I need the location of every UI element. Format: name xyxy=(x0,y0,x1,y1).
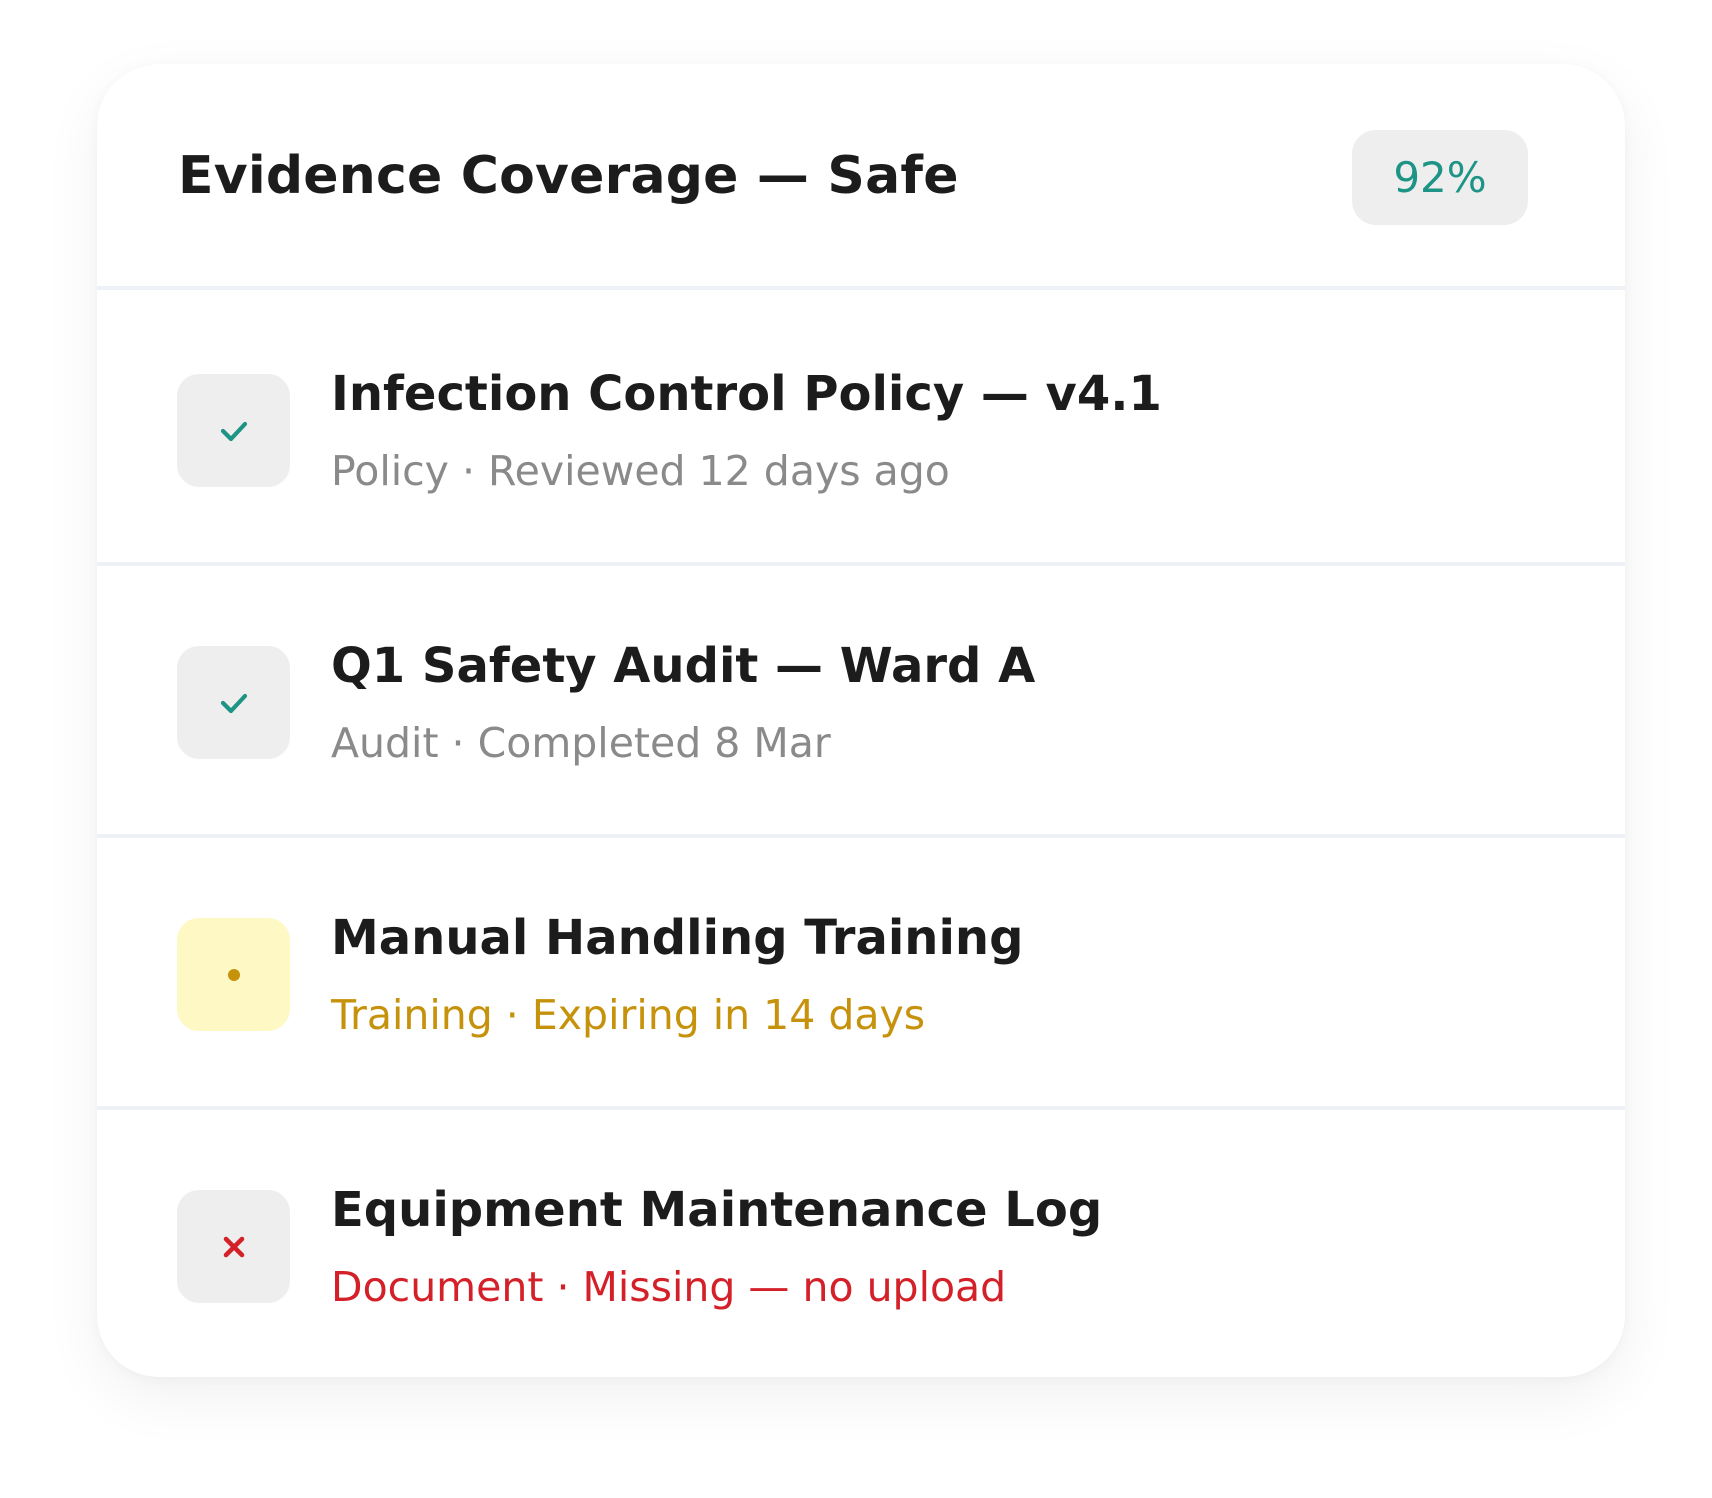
evidence-item-manual-handling-training[interactable]: Manual Handling Training Training · Expi… xyxy=(97,838,1625,1110)
item-title: Q1 Safety Audit — Ward A xyxy=(331,638,1036,694)
cross-icon xyxy=(223,1236,244,1257)
evidence-item-equipment-maintenance-log[interactable]: Equipment Maintenance Log Document · Mis… xyxy=(97,1110,1625,1377)
dot-icon xyxy=(227,968,240,981)
evidence-item-q1-safety-audit[interactable]: Q1 Safety Audit — Ward A Audit · Complet… xyxy=(97,566,1625,838)
status-indicator-expiring xyxy=(177,918,290,1031)
card-header: Evidence Coverage — Safe 92% xyxy=(97,64,1625,290)
item-meta: Policy · Reviewed 12 days ago xyxy=(331,447,950,495)
status-indicator-complete xyxy=(177,646,290,759)
item-title: Manual Handling Training xyxy=(331,910,1024,966)
card-title: Evidence Coverage — Safe xyxy=(178,146,959,206)
item-title: Infection Control Policy — v4.1 xyxy=(331,366,1162,422)
check-icon xyxy=(220,693,247,713)
evidence-item-infection-control-policy[interactable]: Infection Control Policy — v4.1 Policy ·… xyxy=(97,294,1625,566)
status-indicator-missing xyxy=(177,1190,290,1303)
item-meta: Audit · Completed 8 Mar xyxy=(331,719,831,767)
item-meta: Document · Missing — no upload xyxy=(331,1263,1007,1311)
status-indicator-complete xyxy=(177,374,290,487)
check-icon xyxy=(220,421,247,441)
coverage-percent-badge: 92% xyxy=(1352,130,1528,225)
evidence-coverage-card: Evidence Coverage — Safe 92% Infection C… xyxy=(97,64,1625,1377)
item-title: Equipment Maintenance Log xyxy=(331,1182,1103,1238)
item-meta: Training · Expiring in 14 days xyxy=(331,991,926,1039)
